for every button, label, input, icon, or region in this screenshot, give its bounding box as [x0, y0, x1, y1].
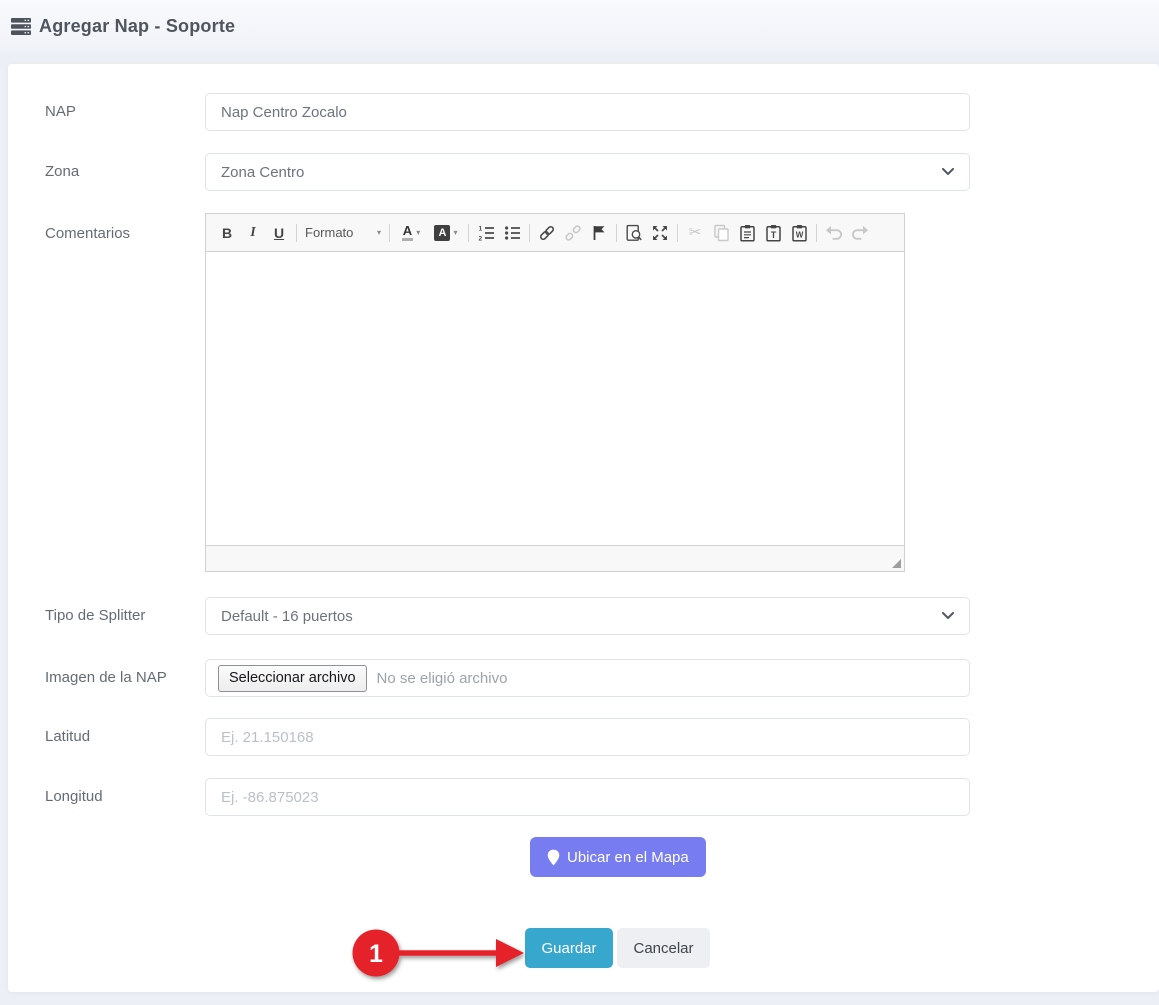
editor-content-area[interactable] — [206, 252, 904, 545]
bulleted-list-icon — [504, 225, 521, 241]
italic-button[interactable]: I — [240, 220, 266, 246]
unlink-icon — [564, 224, 582, 242]
maximize-icon — [651, 224, 669, 242]
undo-icon — [825, 225, 843, 240]
toolbar-separator — [616, 224, 617, 242]
toolbar-separator — [677, 224, 678, 242]
paste-from-word-button[interactable]: W — [786, 220, 812, 246]
preview-icon — [625, 224, 643, 242]
choose-file-button[interactable]: Seleccionar archivo — [218, 665, 367, 692]
unlink-button[interactable] — [560, 220, 586, 246]
svg-text:W: W — [795, 230, 803, 239]
tipo-splitter-label: Tipo de Splitter — [8, 597, 205, 635]
svg-text:1: 1 — [478, 225, 482, 232]
cut-button[interactable]: ✂ — [682, 220, 708, 246]
redo-button[interactable] — [847, 220, 873, 246]
paste-plain-text-button[interactable]: T — [760, 220, 786, 246]
zona-select[interactable]: Zona Centro — [205, 153, 970, 191]
cancel-button[interactable]: Cancelar — [617, 928, 710, 968]
form-card: NAP Zona Zona Centro Comentarios B I U — [8, 64, 1159, 992]
background-color-icon: A — [434, 225, 450, 241]
map-marker-icon — [547, 849, 560, 866]
server-icon — [11, 18, 31, 35]
save-cancel-row: Guardar Cancelar — [8, 928, 1159, 968]
toolbar-separator — [816, 224, 817, 242]
text-color-button[interactable]: A ▾ — [394, 220, 428, 246]
background-color-button[interactable]: A ▾ — [428, 220, 464, 246]
file-status-text: No se eligió archivo — [377, 670, 508, 687]
richtext-editor: B I U Formato ▾ A ▾ A ▾ — [205, 213, 905, 572]
tipo-splitter-select[interactable]: Default - 16 puertos — [205, 597, 970, 635]
longitud-label: Longitud — [8, 778, 205, 816]
paste-button[interactable] — [734, 220, 760, 246]
toolbar-separator — [468, 224, 469, 242]
caret-down-icon: ▾ — [453, 228, 457, 237]
latitud-label: Latitud — [8, 718, 205, 756]
chevron-down-icon — [942, 612, 954, 620]
toolbar-separator — [296, 224, 297, 242]
link-icon — [538, 224, 556, 242]
toolbar-separator — [389, 224, 390, 242]
form-row-imagen: Imagen de la NAP Seleccionar archivo No … — [8, 659, 1159, 697]
imagen-file-input[interactable]: Seleccionar archivo No se eligió archivo — [205, 659, 970, 697]
anchor-flag-button[interactable] — [586, 220, 612, 246]
cut-icon: ✂ — [689, 225, 702, 240]
imagen-label: Imagen de la NAP — [8, 659, 205, 697]
zona-label: Zona — [8, 153, 205, 191]
form-row-nap: NAP — [8, 93, 1159, 131]
copy-button[interactable] — [708, 220, 734, 246]
preview-button[interactable] — [621, 220, 647, 246]
page: { "header": { "title": "Agregar Nap - So… — [0, 0, 1159, 1005]
map-button-row: Ubicar en el Mapa — [8, 837, 1159, 877]
form-row-latitud: Latitud — [8, 718, 1159, 756]
form-row-tipo-splitter: Tipo de Splitter Default - 16 puertos — [8, 597, 1159, 635]
form-row-longitud: Longitud — [8, 778, 1159, 816]
link-button[interactable] — [534, 220, 560, 246]
form-row-comentarios: Comentarios B I U Formato ▾ A ▾ — [8, 213, 1159, 572]
editor-bottom-bar — [206, 545, 904, 571]
svg-text:T: T — [770, 230, 776, 240]
tipo-splitter-selected-value: Default - 16 puertos — [221, 608, 353, 625]
paste-icon — [739, 224, 756, 242]
underline-button[interactable]: U — [266, 220, 292, 246]
caret-down-icon: ▾ — [416, 228, 420, 237]
copy-icon — [713, 224, 730, 242]
undo-button[interactable] — [821, 220, 847, 246]
numbered-list-icon: 1 2 — [478, 225, 495, 241]
resize-grip-icon[interactable] — [892, 559, 901, 568]
save-button[interactable]: Guardar — [525, 928, 613, 968]
editor-toolbar: B I U Formato ▾ A ▾ A ▾ — [206, 214, 904, 252]
form-row-zona: Zona Zona Centro — [8, 153, 1159, 191]
locate-on-map-button[interactable]: Ubicar en el Mapa — [530, 837, 706, 877]
nap-label: NAP — [8, 93, 205, 131]
longitud-input[interactable] — [205, 778, 970, 816]
toolbar-separator — [529, 224, 530, 242]
bulleted-list-button[interactable] — [499, 220, 525, 246]
latitud-input[interactable] — [205, 718, 970, 756]
paste-from-word-icon: W — [791, 224, 808, 242]
comentarios-label: Comentarios — [8, 213, 205, 572]
anchor-flag-icon — [592, 225, 606, 241]
page-header: Agregar Nap - Soporte — [0, 0, 1159, 52]
chevron-down-icon — [942, 168, 954, 176]
format-dropdown[interactable]: Formato ▾ — [301, 220, 385, 246]
bold-button[interactable]: B — [214, 220, 240, 246]
redo-icon — [851, 225, 869, 240]
nap-input[interactable] — [205, 93, 970, 131]
numbered-list-button[interactable]: 1 2 — [473, 220, 499, 246]
paste-plain-text-icon: T — [765, 224, 782, 242]
caret-down-icon: ▾ — [377, 228, 381, 237]
page-title: Agregar Nap - Soporte — [39, 16, 235, 37]
text-color-icon: A — [402, 224, 413, 241]
svg-text:2: 2 — [478, 235, 482, 241]
maximize-button[interactable] — [647, 220, 673, 246]
zona-selected-value: Zona Centro — [221, 164, 304, 181]
